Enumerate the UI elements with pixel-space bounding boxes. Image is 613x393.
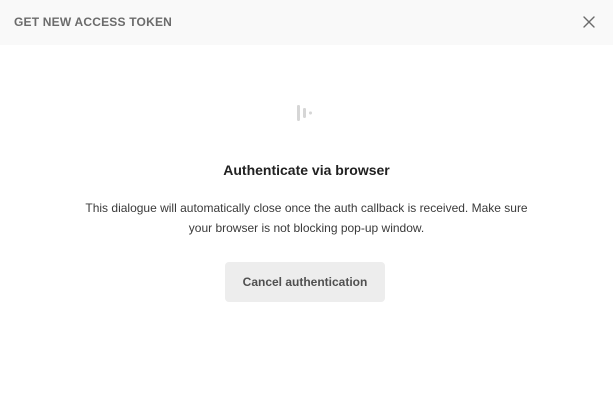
close-icon bbox=[583, 16, 595, 28]
cancel-authentication-button[interactable]: Cancel authentication bbox=[225, 262, 385, 302]
auth-dialog: GET NEW ACCESS TOKEN Authenticate via br… bbox=[0, 0, 613, 393]
dialog-header: GET NEW ACCESS TOKEN bbox=[0, 0, 613, 45]
dialog-title: GET NEW ACCESS TOKEN bbox=[14, 15, 173, 29]
auth-title: Authenticate via browser bbox=[223, 162, 390, 178]
loading-bars-icon bbox=[296, 104, 314, 122]
auth-description: This dialogue will automatically close o… bbox=[85, 201, 528, 235]
close-button[interactable] bbox=[579, 12, 599, 32]
